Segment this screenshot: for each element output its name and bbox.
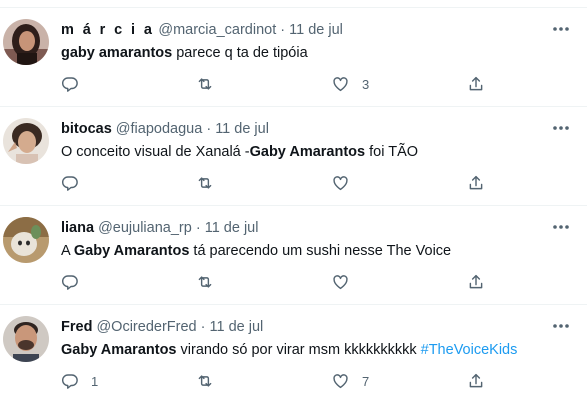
reply-count: 1 — [91, 373, 99, 389]
text-segment: foi TÃO — [365, 144, 419, 160]
reply-button[interactable] — [61, 173, 91, 193]
retweet-icon — [198, 78, 212, 90]
display-name[interactable]: bitocas — [61, 121, 112, 137]
like-button[interactable]: 3 — [331, 74, 369, 94]
text-segment: Gaby Amarantos — [249, 144, 366, 160]
display-name[interactable]: Fred — [61, 319, 92, 335]
like-count: 3 — [362, 76, 370, 92]
text-segment: virando só por virar msm kkkkkkkkkk — [176, 342, 421, 358]
tweet-header: liana @eujuliana_rp · 11 de jul — [61, 219, 258, 237]
text-segment: A — [61, 243, 74, 259]
reply-icon — [62, 77, 78, 92]
retweet-icon — [198, 375, 212, 387]
avatar[interactable] — [3, 316, 49, 362]
retweet-icon — [198, 276, 212, 288]
tweet-text: Gaby Amarantos virando só por virar msm … — [61, 341, 517, 359]
retweet-button[interactable] — [195, 74, 227, 94]
share-button[interactable] — [467, 173, 485, 193]
share-button[interactable] — [467, 272, 485, 292]
user-handle[interactable]: @marcia_cardinot — [158, 22, 276, 38]
reply-icon — [62, 374, 78, 389]
text-segment: Gaby Amarantos — [61, 342, 177, 358]
avatar[interactable] — [3, 217, 49, 263]
more-horizontal-icon[interactable] — [550, 21, 572, 37]
retweet-button[interactable] — [195, 173, 227, 193]
separator: · — [280, 22, 286, 38]
tweet[interactable]: bitocas @fiapodagua · 11 de jul O concei… — [0, 107, 587, 206]
tweet-header: m á r c i a @marcia_cardinot · 11 de jul — [61, 21, 343, 39]
share-icon — [469, 175, 483, 190]
like-button[interactable] — [331, 272, 362, 292]
share-button[interactable] — [467, 371, 485, 391]
tweet-header: Fred @OcirederFred · 11 de jul — [61, 318, 263, 336]
text-segment: parece q ta de tipóia — [172, 45, 308, 61]
tweet[interactable]: Fred @OcirederFred · 11 de jul Gaby Amar… — [0, 305, 587, 403]
like-count: 7 — [362, 373, 370, 389]
heart-icon — [333, 77, 348, 92]
share-button[interactable] — [467, 74, 485, 94]
tweet-text: A Gaby Amarantos tá parecendo um sushi n… — [61, 242, 451, 260]
retweet-icon — [198, 177, 212, 189]
more-horizontal-icon[interactable] — [550, 318, 572, 334]
text-segment: Gaby Amarantos — [73, 243, 190, 259]
share-icon — [469, 373, 483, 388]
tweet[interactable]: liana @eujuliana_rp · 11 de jul A Gaby A… — [0, 206, 587, 305]
share-icon — [469, 274, 483, 289]
hashtag-link[interactable]: #TheVoiceKids — [421, 342, 518, 358]
tweet-header: bitocas @fiapodagua · 11 de jul — [61, 120, 269, 138]
reply-icon — [62, 176, 78, 191]
user-handle[interactable]: @eujuliana_rp — [98, 220, 192, 236]
avatar[interactable] — [3, 118, 49, 164]
text-segment: O conceito visual de Xanalá - — [61, 144, 250, 160]
more-horizontal-icon[interactable] — [550, 219, 572, 235]
user-handle[interactable]: @OcirederFred — [96, 319, 196, 335]
timestamp[interactable]: 11 de jul — [210, 319, 264, 335]
tweet-text: gaby amarantos parece q ta de tipóia — [61, 44, 308, 62]
separator: · — [200, 319, 206, 335]
timestamp[interactable]: 11 de jul — [289, 22, 343, 38]
display-name[interactable]: liana — [61, 220, 94, 236]
more-horizontal-icon[interactable] — [550, 120, 572, 136]
text-segment: gaby amarantos — [61, 45, 173, 61]
heart-icon — [333, 176, 348, 191]
tweet[interactable]: m á r c i a @marcia_cardinot · 11 de jul… — [0, 8, 587, 107]
reply-button[interactable] — [61, 74, 91, 94]
like-button[interactable] — [331, 173, 362, 193]
timestamp[interactable]: 11 de jul — [205, 220, 259, 236]
heart-icon — [333, 374, 348, 389]
share-icon — [469, 76, 483, 91]
retweet-button[interactable] — [195, 272, 227, 292]
reply-icon — [62, 275, 78, 290]
separator: · — [195, 220, 201, 236]
heart-icon — [333, 275, 348, 290]
top-divider — [0, 0, 587, 8]
reply-button[interactable]: 1 — [61, 371, 98, 391]
like-button[interactable]: 7 — [331, 371, 369, 391]
reply-button[interactable] — [61, 272, 91, 292]
retweet-button[interactable] — [195, 371, 227, 391]
text-segment: tá parecendo um sushi nesse The Voice — [189, 243, 452, 259]
separator: · — [206, 121, 212, 137]
display-name[interactable]: m á r c i a — [61, 22, 154, 38]
tweet-text: O conceito visual de Xanalá -Gaby Amaran… — [61, 143, 418, 161]
avatar[interactable] — [3, 19, 49, 65]
user-handle[interactable]: @fiapodagua — [116, 121, 202, 137]
timestamp[interactable]: 11 de jul — [215, 121, 269, 137]
